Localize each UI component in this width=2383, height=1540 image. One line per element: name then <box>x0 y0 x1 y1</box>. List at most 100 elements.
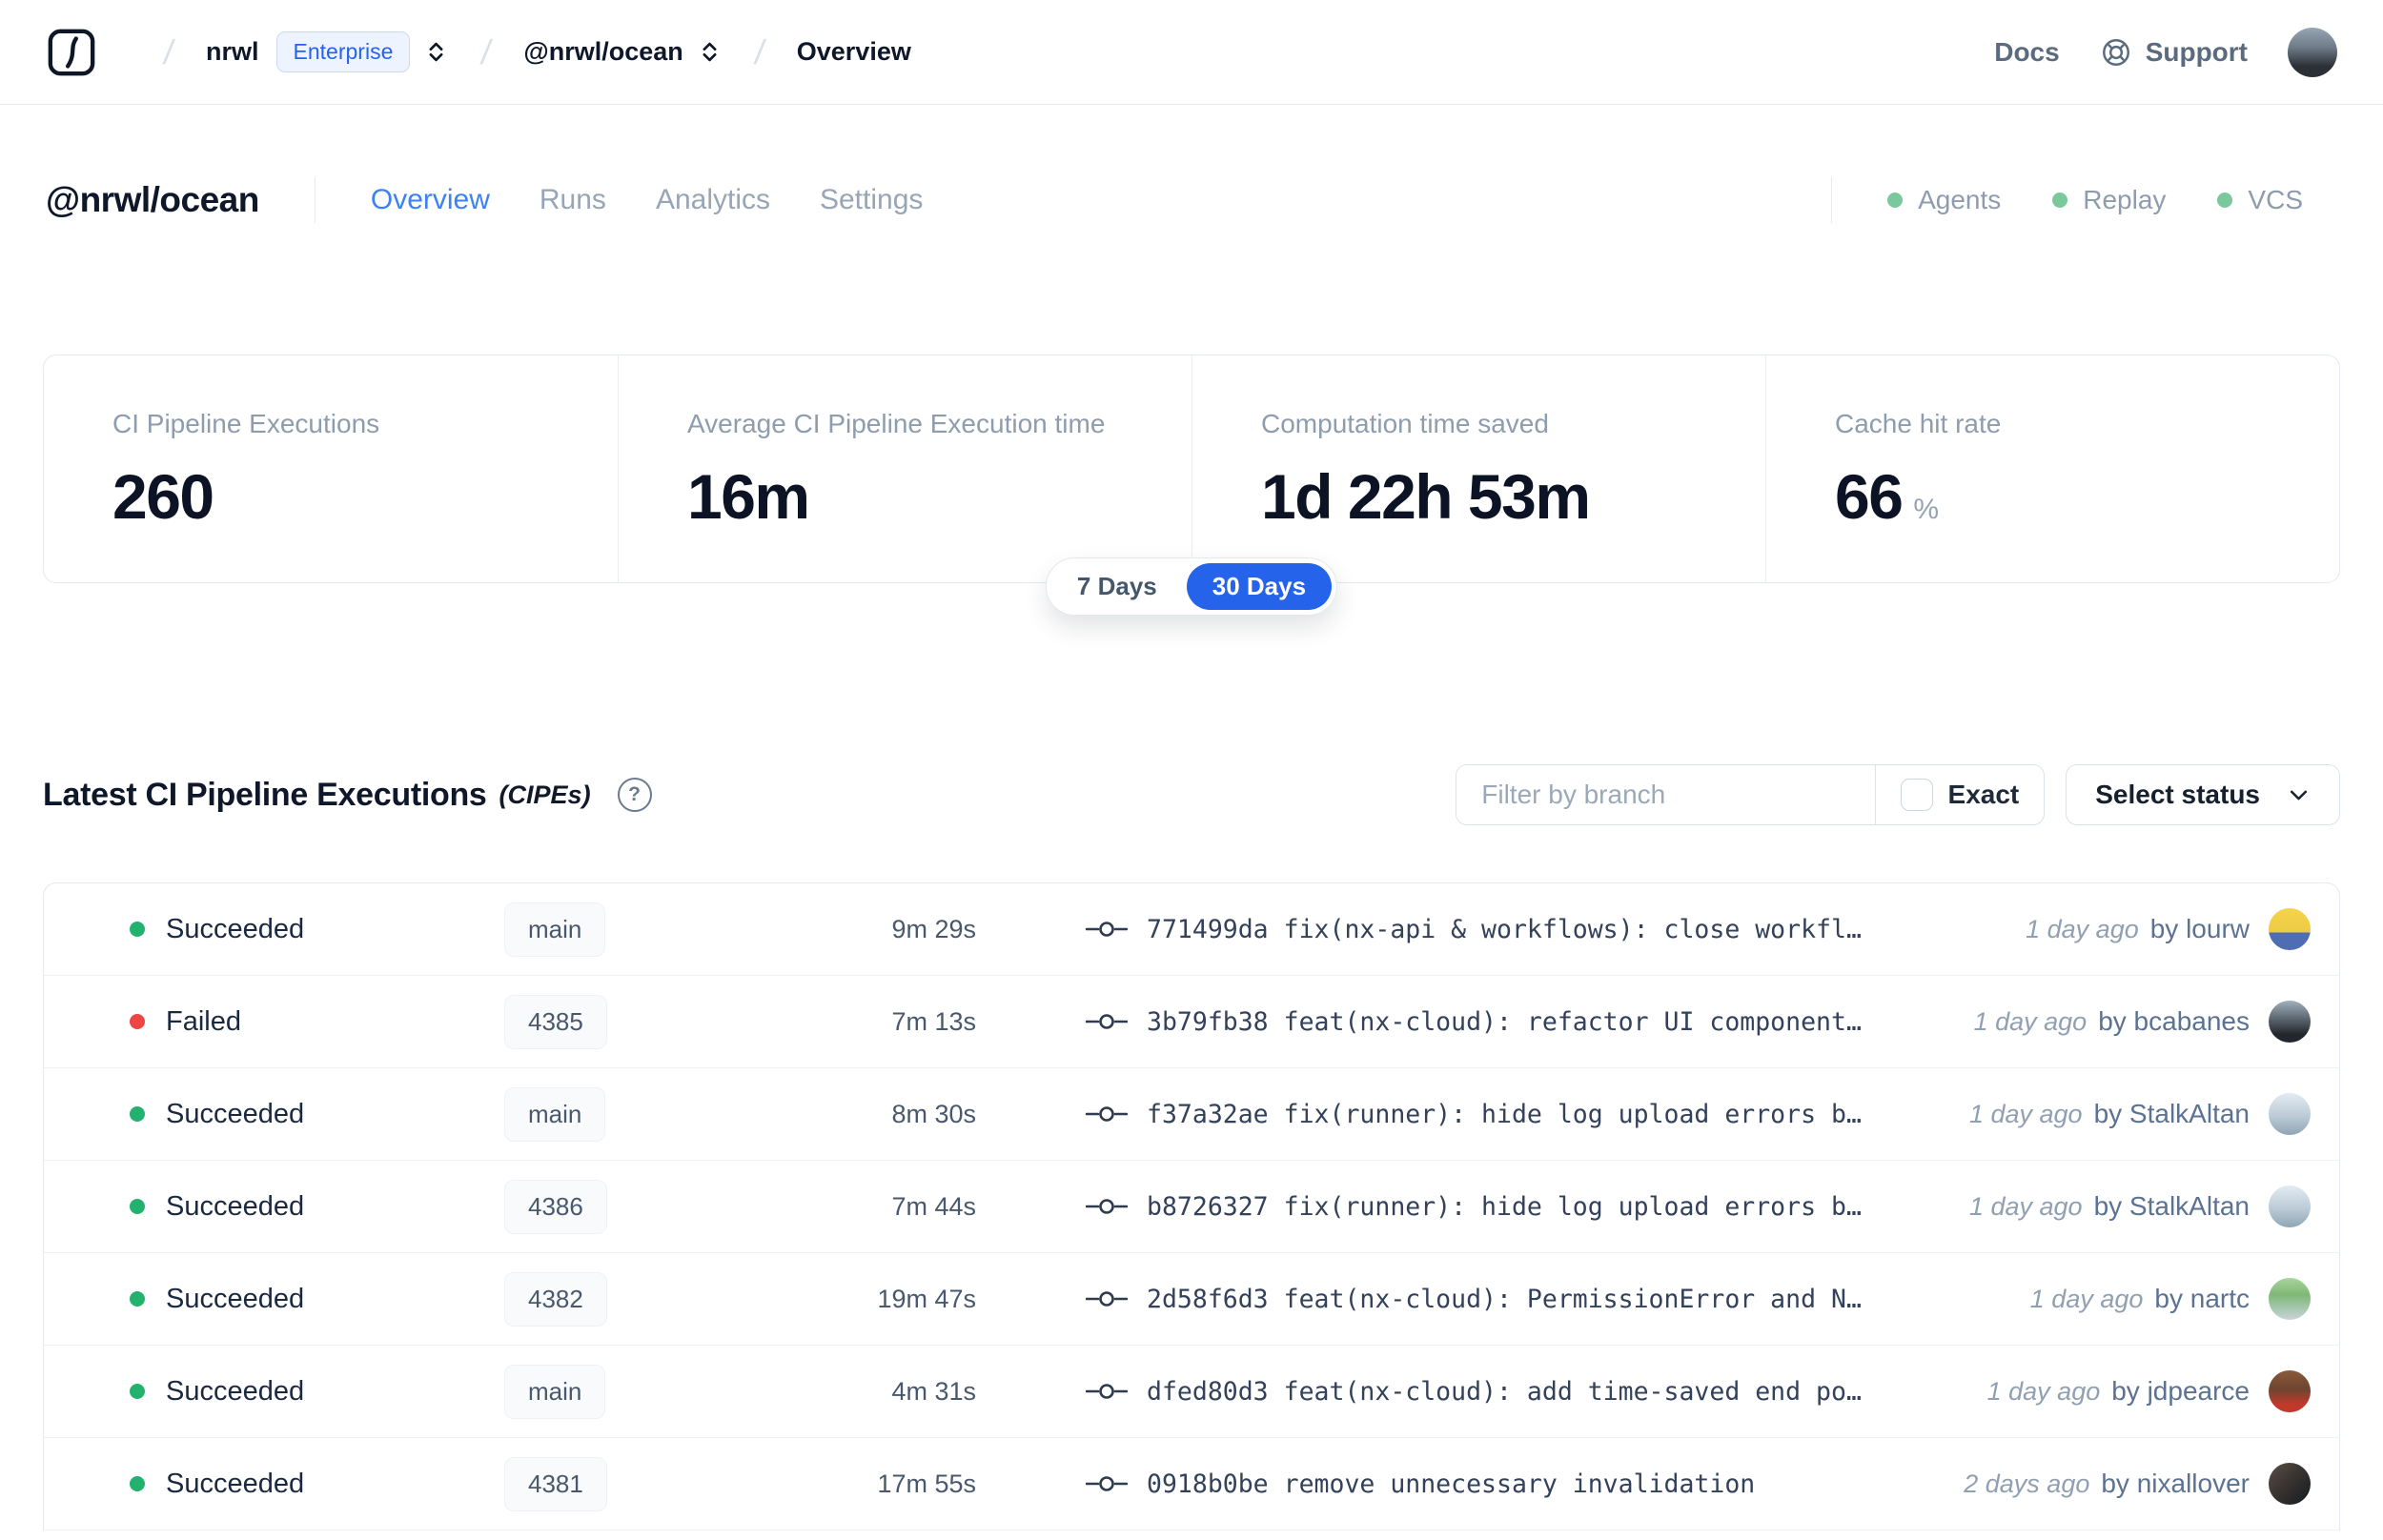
stats-cards: CI Pipeline Executions 260 Average CI Pi… <box>43 355 2340 583</box>
commit-text: 771499da fix(nx-api & workflows): close w… <box>1147 914 1862 944</box>
duration: 17m 55s <box>877 1469 976 1498</box>
duration: 4m 31s <box>891 1376 976 1406</box>
branch-filter-input[interactable] <box>1456 765 1875 824</box>
breadcrumb-org[interactable]: nrwl Enterprise <box>206 31 449 72</box>
org-name: nrwl <box>206 37 259 66</box>
tab-overview[interactable]: Overview <box>371 184 490 216</box>
life-ring-icon <box>2100 36 2132 69</box>
status-select-dropdown[interactable]: Select status <box>2066 764 2340 825</box>
status-label: Succeeded <box>166 1283 305 1314</box>
breadcrumb-separator: / <box>479 31 495 71</box>
commit-author: by jdpearce <box>2111 1376 2250 1406</box>
status-label: Succeeded <box>166 1375 305 1407</box>
cipe-table: Succeeded main 9m 29s 771499da fix(nx-api… <box>43 882 2340 1530</box>
status-select-label: Select status <box>2095 780 2260 809</box>
workspace-header: @nrwl/ocean Overview Runs Analytics Sett… <box>46 177 2337 223</box>
commit-text: 2d58f6d3 feat(nx-cloud): PermissionError … <box>1147 1284 1862 1314</box>
git-commit-icon <box>1086 1476 1128 1491</box>
workspace-name: @nrwl/ocean <box>523 37 683 66</box>
commit-text: 0918b0be remove unnecessary invalidation <box>1147 1469 1756 1499</box>
user-avatar[interactable] <box>2288 27 2337 77</box>
branch-chip: 4381 <box>504 1456 607 1511</box>
stat-card-time-saved: Computation time saved 1d 22h 53m <box>1192 355 1765 582</box>
cipe-row[interactable]: Succeeded main 9m 29s 771499da fix(nx-api… <box>44 883 2339 976</box>
breadcrumb-workspace[interactable]: @nrwl/ocean <box>523 37 722 67</box>
status-dot <box>130 1014 145 1029</box>
stat-card-cache-hit: Cache hit rate 66% <box>1765 355 2339 582</box>
branch-filter-group: Exact <box>1456 764 2046 825</box>
author-avatar <box>2269 1185 2311 1227</box>
status-label: Failed <box>166 1005 241 1037</box>
feature-badge-replay[interactable]: Replay <box>2052 185 2166 215</box>
commit-text: b8726327 fix(runner): hide log upload err… <box>1147 1191 1862 1222</box>
commit-author: by nartc <box>2154 1284 2250 1313</box>
workspace-switcher-icon[interactable] <box>697 39 723 65</box>
status-dot <box>130 1476 145 1491</box>
support-link[interactable]: Support <box>2100 36 2248 69</box>
status-dot <box>130 1291 145 1307</box>
status-dot <box>130 1384 145 1399</box>
duration: 9m 29s <box>891 914 976 943</box>
green-status-dot <box>2217 192 2233 208</box>
commit-time: 1 day ago <box>2026 914 2139 943</box>
git-commit-icon <box>1086 1199 1128 1214</box>
range-7-days-button[interactable]: 7 Days <box>1051 563 1183 610</box>
tab-settings[interactable]: Settings <box>820 184 923 216</box>
branch-chip: 4385 <box>504 994 607 1049</box>
green-status-dot <box>1887 192 1904 208</box>
duration: 7m 13s <box>891 1006 976 1036</box>
org-switcher-icon[interactable] <box>423 39 449 65</box>
support-label: Support <box>2145 36 2248 67</box>
range-30-days-button[interactable]: 30 Days <box>1186 563 1333 610</box>
stat-card-executions: CI Pipeline Executions 260 <box>112 409 380 532</box>
commit-text: 3b79fb38 feat(nx-cloud): refactor UI comp… <box>1147 1006 1862 1037</box>
nx-cloud-dashboard: / nrwl Enterprise / @nrwl/ocean / Overvi… <box>0 0 2383 1540</box>
commit-time: 1 day ago <box>2029 1284 2144 1313</box>
divider <box>1831 177 1833 223</box>
branch-chip: 4386 <box>504 1179 607 1234</box>
cipe-row[interactable]: Succeeded 4381 17m 55s 0918b0be remove un… <box>44 1438 2339 1530</box>
chevron-down-icon <box>2290 790 2308 800</box>
commit-text: f37a32ae fix(runner): hide log upload err… <box>1147 1099 1862 1129</box>
cipe-row[interactable]: Succeeded 4382 19m 47s 2d58f6d3 feat(nx-c… <box>44 1253 2339 1346</box>
tab-analytics[interactable]: Analytics <box>656 184 770 216</box>
feature-badge-vcs[interactable]: VCS <box>2217 185 2303 215</box>
commit-time: 1 day ago <box>1968 1191 2083 1221</box>
git-commit-icon <box>1086 922 1128 937</box>
stat-value: 66 <box>1835 461 1904 532</box>
cipe-row[interactable]: Succeeded main 8m 30s f37a32ae fix(runner… <box>44 1068 2339 1161</box>
nx-logo[interactable] <box>46 27 97 78</box>
commit-text: dfed80d3 feat(nx-cloud): add time-saved e… <box>1147 1376 1862 1407</box>
cipe-row[interactable]: Failed 4385 7m 13s 3b79fb38 feat(nx-cloud… <box>44 976 2339 1068</box>
git-commit-icon <box>1086 1014 1128 1029</box>
feature-badge-agents[interactable]: Agents <box>1887 185 2001 215</box>
help-icon[interactable]: ? <box>617 778 652 812</box>
cipe-row[interactable]: Succeeded 4386 7m 44s b8726327 fix(runner… <box>44 1161 2339 1253</box>
commit-author: by nixallover <box>2101 1469 2250 1498</box>
cipe-section-header: Latest CI Pipeline Executions (CIPEs) ? … <box>43 764 2340 825</box>
breadcrumb-separator: / <box>751 31 767 71</box>
exact-checkbox[interactable] <box>1900 779 1933 811</box>
duration: 8m 30s <box>891 1099 976 1128</box>
commit-time: 1 day ago <box>1973 1006 2088 1036</box>
page-title: @nrwl/ocean <box>46 180 259 219</box>
workspace-tabs: Overview Runs Analytics Settings <box>371 184 924 216</box>
docs-link[interactable]: Docs <box>1994 37 2059 68</box>
tab-runs[interactable]: Runs <box>540 184 606 216</box>
stat-value: 16m <box>687 461 810 532</box>
git-commit-icon <box>1086 1384 1128 1399</box>
breadcrumb-separator: / <box>161 31 176 71</box>
branch-chip: main <box>504 1364 606 1419</box>
enterprise-badge: Enterprise <box>275 31 411 72</box>
git-commit-icon <box>1086 1291 1128 1307</box>
commit-author: by lourw <box>2149 914 2250 943</box>
stat-value: 1d 22h 53m <box>1261 461 1591 532</box>
author-avatar <box>2269 1463 2311 1505</box>
author-avatar <box>2269 1093 2311 1135</box>
breadcrumb-page: Overview <box>796 37 911 66</box>
green-status-dot <box>2052 192 2068 208</box>
exact-toggle: Exact <box>1876 765 2045 824</box>
date-range-toggle: 7 Days 30 Days <box>1045 557 1338 616</box>
commit-author: by StalkAltan <box>2093 1099 2250 1128</box>
cipe-row[interactable]: Succeeded main 4m 31s dfed80d3 feat(nx-cl… <box>44 1346 2339 1438</box>
